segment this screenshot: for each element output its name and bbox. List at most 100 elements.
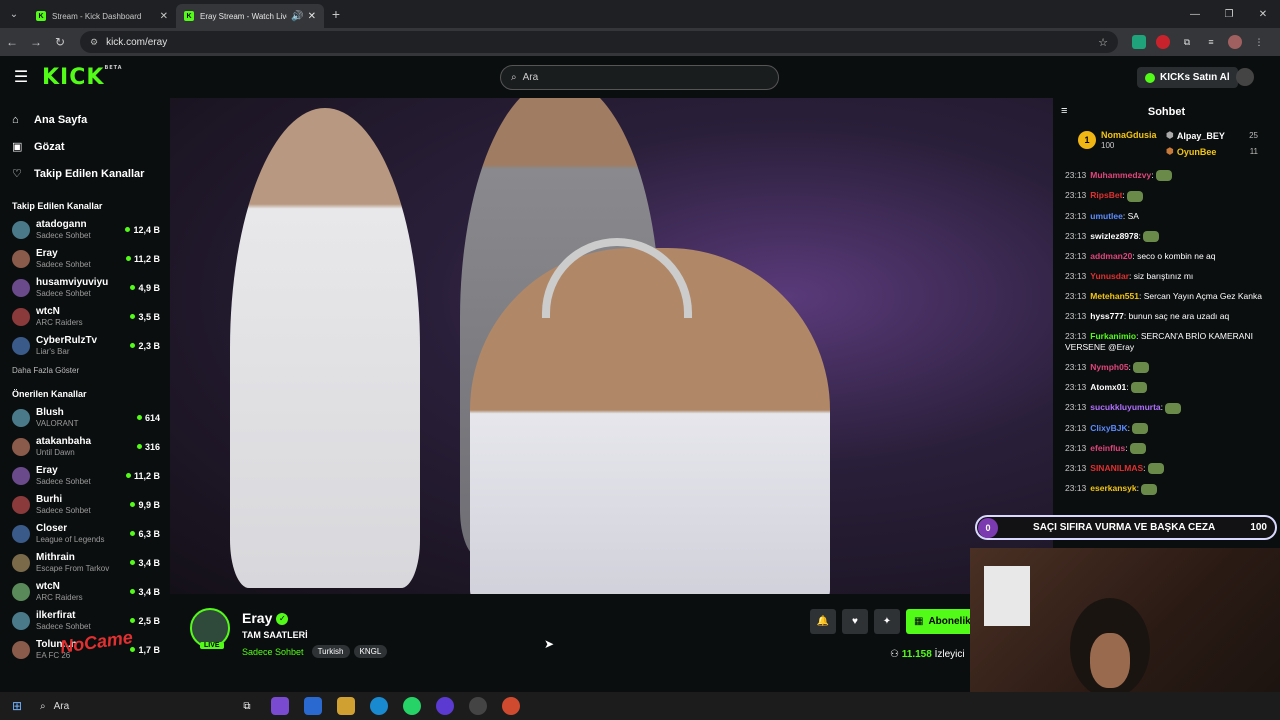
sidebar-item-browse[interactable]: ▣ Gözat	[0, 133, 170, 160]
puzzle-icon[interactable]: ⧉	[1180, 35, 1194, 49]
subscribe-button[interactable]: ▦ Abonelik	[906, 609, 976, 634]
url-field[interactable]: ⚙ kick.com/eray ☆	[80, 31, 1118, 53]
chat-message[interactable]: 23:13 sucukkluyumurta:	[1065, 402, 1270, 414]
chat-message[interactable]: 23:13 ClixyBJK:	[1065, 423, 1270, 434]
copilot-icon[interactable]	[271, 697, 289, 715]
sidebar-channel[interactable]: ilkerfirat Sadece Sohbet 2,5 B	[0, 606, 170, 635]
back-arrow-icon[interactable]: ←	[0, 35, 24, 49]
sidebar-channel[interactable]: wtcN ARC Raiders 3,4 B	[0, 577, 170, 606]
close-tab-icon[interactable]: ✕	[308, 11, 316, 22]
chat-message[interactable]: 23:13 Yunusdar: siz barıştınız mı	[1065, 271, 1270, 282]
profile-avatar[interactable]	[1228, 35, 1242, 49]
speaker-icon[interactable]: 🔊	[291, 11, 303, 22]
sidebar-channel[interactable]: wtcN ARC Raiders 3,5 B	[0, 302, 170, 331]
minimize-icon[interactable]: —	[1178, 0, 1212, 28]
message-username[interactable]: addman20	[1090, 251, 1132, 261]
chat-message[interactable]: 23:13 efeinflus:	[1065, 443, 1270, 454]
chat-message[interactable]: 23:13 hyss777: bunun saç ne ara uzadı aq	[1065, 311, 1270, 322]
message-username[interactable]: ClixyBJK	[1090, 423, 1127, 433]
sidebar-channel[interactable]: Eray Sadece Sohbet 11,2 B	[0, 461, 170, 490]
sidebar-channel[interactable]: atakanbaha Until Dawn 316	[0, 432, 170, 461]
site-info-icon[interactable]: ⚙	[90, 37, 98, 48]
message-username[interactable]: Atomx01	[1090, 382, 1126, 392]
file-explorer-icon[interactable]	[337, 697, 355, 715]
taskbar-search[interactable]: ⌕ Ara	[34, 695, 224, 717]
stream-category-link[interactable]: Sadece Sohbet	[242, 647, 304, 657]
new-tab-button[interactable]: +	[324, 6, 348, 22]
sidebar-channel[interactable]: Blush VALORANT 614	[0, 403, 170, 432]
close-tab-icon[interactable]: ✕	[160, 11, 168, 22]
sidebar-channel[interactable]: Closer League of Legends 6,3 B	[0, 519, 170, 548]
chat-message[interactable]: 23:13 SINANILMAS:	[1065, 463, 1270, 475]
reload-icon[interactable]: ↻	[48, 35, 72, 49]
message-username[interactable]: umutlee	[1090, 211, 1123, 221]
app-icon[interactable]	[436, 697, 454, 715]
edge-icon[interactable]	[370, 697, 388, 715]
extension-icon[interactable]	[1132, 35, 1146, 49]
collapse-chat-icon[interactable]: ≡	[1061, 105, 1067, 117]
chat-message[interactable]: 23:13 Atomx01:	[1065, 382, 1270, 394]
sidebar-channel[interactable]: CyberRulzTv Liar's Bar 2,3 B	[0, 331, 170, 360]
bookmark-star-icon[interactable]: ☆	[1098, 36, 1108, 49]
tag-chip[interactable]: KNGL	[353, 645, 388, 658]
bell-icon[interactable]: 🔔	[810, 609, 836, 634]
forward-arrow-icon[interactable]: →	[24, 35, 48, 49]
message-username[interactable]: Nymph05	[1090, 362, 1128, 372]
message-username[interactable]: sucukkluyumurta	[1090, 402, 1160, 412]
message-username[interactable]: swizlez8978	[1090, 231, 1138, 241]
sidebar-item-following[interactable]: ♡ Takip Edilen Kanallar	[0, 160, 170, 187]
tag-chip[interactable]: Turkish	[311, 645, 350, 658]
chat-message[interactable]: 23:13 eserkansyk:	[1065, 483, 1270, 495]
hamburger-menu-icon[interactable]: ☰	[0, 67, 42, 87]
sidebar-channel[interactable]: Eray Sadece Sohbet 11,2 B	[0, 244, 170, 273]
chat-message[interactable]: 23:13 RipsBet:	[1065, 190, 1270, 202]
task-view-icon[interactable]: ⧉	[238, 697, 256, 715]
leaderboard-first[interactable]: 1 NomaGdusia 100	[1078, 130, 1157, 150]
message-username[interactable]: efeinflus	[1090, 443, 1125, 453]
message-username[interactable]: Muhammedzvy	[1090, 170, 1151, 180]
sidebar-item-home[interactable]: ⌂ Ana Sayfa	[0, 106, 170, 133]
kick-logo[interactable]: KICKBETA	[42, 65, 123, 90]
show-more-link[interactable]: Daha Fazla Göster	[0, 366, 170, 375]
chat-message[interactable]: 23:13 Nymph05:	[1065, 362, 1270, 373]
message-username[interactable]: Yunusdar	[1090, 271, 1129, 281]
chat-message[interactable]: 23:13 Metehan551: Sercan Yayın Açma Gez K…	[1065, 291, 1270, 302]
sidebar-channel[interactable]: husamviyuviyu Sadece Sohbet 4,9 B	[0, 273, 170, 302]
message-username[interactable]: SINANILMAS	[1090, 463, 1143, 473]
message-username[interactable]: RipsBet	[1090, 190, 1122, 200]
buy-kicks-button[interactable]: KICKs Satın Al	[1137, 67, 1238, 88]
leaderboard-second[interactable]: ⬢ Alpay_BEY 25	[1166, 130, 1258, 141]
leaderboard-third[interactable]: ⬢ OyunBee 11	[1166, 146, 1258, 157]
sparkle-icon[interactable]: ✦	[874, 609, 900, 634]
restore-icon[interactable]: ❐	[1212, 0, 1246, 28]
chrome-icon[interactable]	[502, 697, 520, 715]
message-username[interactable]: Furkanimio	[1090, 331, 1136, 341]
video-player[interactable]	[170, 98, 1053, 594]
chat-message[interactable]: 23:13 swizlez8978:	[1065, 231, 1270, 242]
close-window-icon[interactable]: ✕	[1246, 0, 1280, 28]
chat-message[interactable]: 23:13 addman20: seco o kombin ne aq	[1065, 251, 1270, 262]
streamer-name[interactable]: Eray ✓	[242, 610, 289, 626]
tab-eray-stream[interactable]: K Eray Stream - Watch Live o 🔊 ✕	[176, 4, 324, 28]
extension-icon[interactable]	[1156, 35, 1170, 49]
app-icon[interactable]	[469, 697, 487, 715]
media-icon[interactable]: ≡	[1204, 35, 1218, 49]
tab-kick-dashboard[interactable]: K Stream - Kick Dashboard ✕	[28, 4, 176, 28]
message-username[interactable]: eserkansyk	[1090, 483, 1136, 493]
whatsapp-icon[interactable]	[403, 697, 421, 715]
kebab-menu-icon[interactable]: ⋮	[1252, 35, 1266, 49]
chat-message[interactable]: 23:13 Furkanimio: SERCAN'A BRİO KAMERANI …	[1065, 331, 1270, 353]
search-input[interactable]: ⌕ Ara	[500, 65, 779, 90]
chat-message[interactable]: 23:13 Muhammedzvy:	[1065, 170, 1270, 182]
follow-heart-icon[interactable]: ♥	[842, 609, 868, 634]
tab-search-icon[interactable]: ⌄	[0, 0, 28, 28]
message-username[interactable]: hyss777	[1090, 311, 1124, 321]
windows-start-icon[interactable]: ⊞	[0, 699, 34, 713]
sidebar-channel[interactable]: Mithrain Escape From Tarkov 3,4 B	[0, 548, 170, 577]
message-username[interactable]: Metehan551	[1090, 291, 1139, 301]
sidebar-channel[interactable]: Burhi Sadece Sohbet 9,9 B	[0, 490, 170, 519]
chat-message[interactable]: 23:13 umutlee: SA	[1065, 211, 1270, 222]
user-avatar[interactable]	[1236, 68, 1254, 86]
sidebar-channel[interactable]: atadogann Sadece Sohbet 12,4 B	[0, 215, 170, 244]
store-icon[interactable]	[304, 697, 322, 715]
